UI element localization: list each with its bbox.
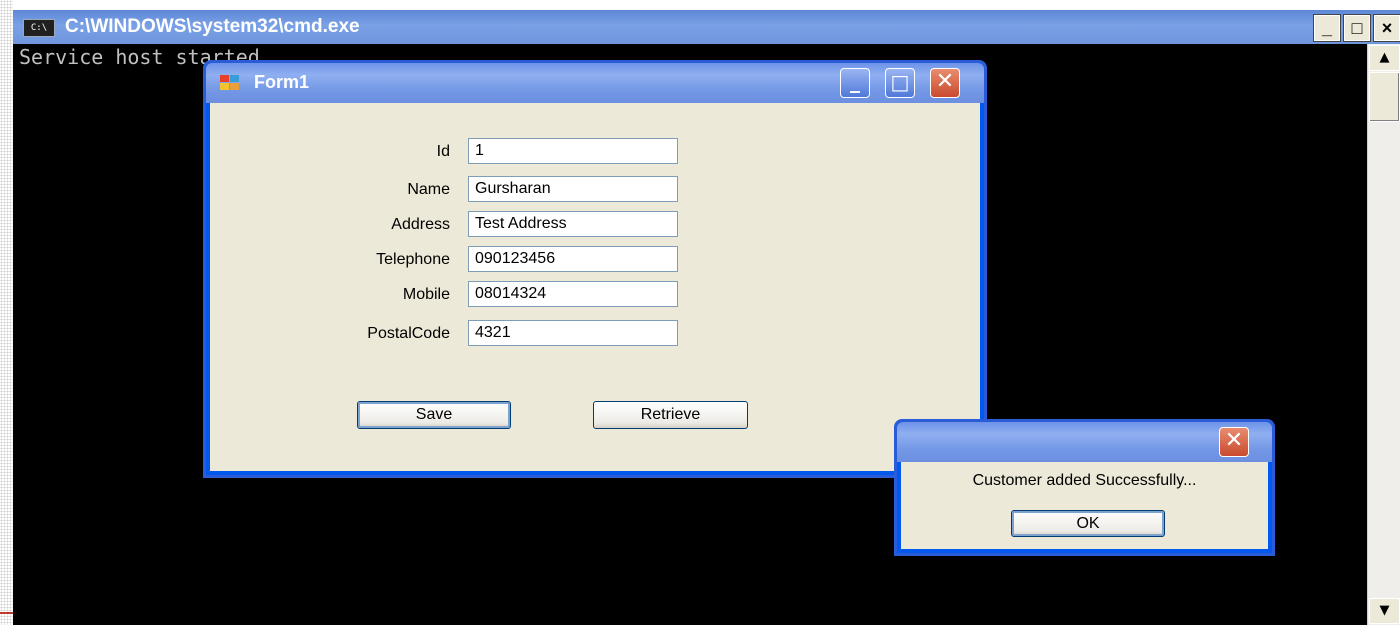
minimize-button[interactable]: _ (1313, 14, 1341, 42)
dialog-message: Customer added Successfully... (972, 472, 1197, 489)
close-button[interactable]: × (1373, 14, 1400, 42)
form-maximize-button[interactable]: □ (885, 68, 915, 98)
decorative-mark (0, 612, 13, 614)
dialog-close-button[interactable]: ✕ (1219, 427, 1249, 457)
form-minimize-button[interactable]: _ (840, 68, 870, 98)
cmd-title: C:\WINDOWS\system32\cmd.exe (65, 16, 360, 37)
dialog-title-bar[interactable]: ✕ (897, 422, 1272, 462)
postalcode-label: PostalCode (367, 325, 450, 342)
console-icon: C:\ (23, 19, 55, 37)
ok-button[interactable]: OK (1011, 510, 1165, 537)
mobile-label: Mobile (402, 286, 450, 303)
dialog-client-area: Customer added Successfully... OK (901, 462, 1268, 549)
address-label: Address (391, 216, 450, 233)
form1-client-area: Id 1 Name Gursharan Address Test Address… (210, 103, 980, 471)
id-field[interactable]: 1 (468, 138, 678, 164)
scroll-thumb[interactable] (1369, 72, 1400, 122)
id-label: Id (436, 143, 450, 160)
scroll-up-arrow-icon[interactable]: ▲ (1369, 45, 1400, 71)
name-field[interactable]: Gursharan (468, 176, 678, 202)
background-pattern (0, 0, 13, 625)
maximize-button[interactable]: □ (1343, 14, 1371, 42)
scroll-down-arrow-icon[interactable]: ▼ (1369, 598, 1400, 624)
postalcode-field[interactable]: 4321 (468, 320, 678, 346)
form-icon (220, 75, 240, 91)
telephone-field[interactable]: 090123456 (468, 246, 678, 272)
message-dialog: ✕ Customer added Successfully... OK (894, 419, 1275, 556)
save-button[interactable]: Save (357, 401, 511, 429)
retrieve-button[interactable]: Retrieve (593, 401, 748, 429)
name-label: Name (407, 181, 450, 198)
form1-window: Form1 _ □ ✕ Id 1 Name Gursharan Address … (203, 60, 987, 478)
form1-title-bar[interactable]: Form1 _ □ ✕ (206, 63, 984, 103)
form1-title: Form1 (254, 72, 310, 92)
cmd-window-controls: _ □ × (1310, 14, 1400, 42)
telephone-label: Telephone (376, 251, 450, 268)
mobile-field[interactable]: 08014324 (468, 281, 678, 307)
vertical-scrollbar[interactable]: ▲ ▼ (1367, 44, 1400, 625)
cmd-title-bar[interactable]: C:\ C:\WINDOWS\system32\cmd.exe _ □ × (13, 10, 1400, 44)
form-close-button[interactable]: ✕ (930, 68, 960, 98)
address-field[interactable]: Test Address (468, 211, 678, 237)
